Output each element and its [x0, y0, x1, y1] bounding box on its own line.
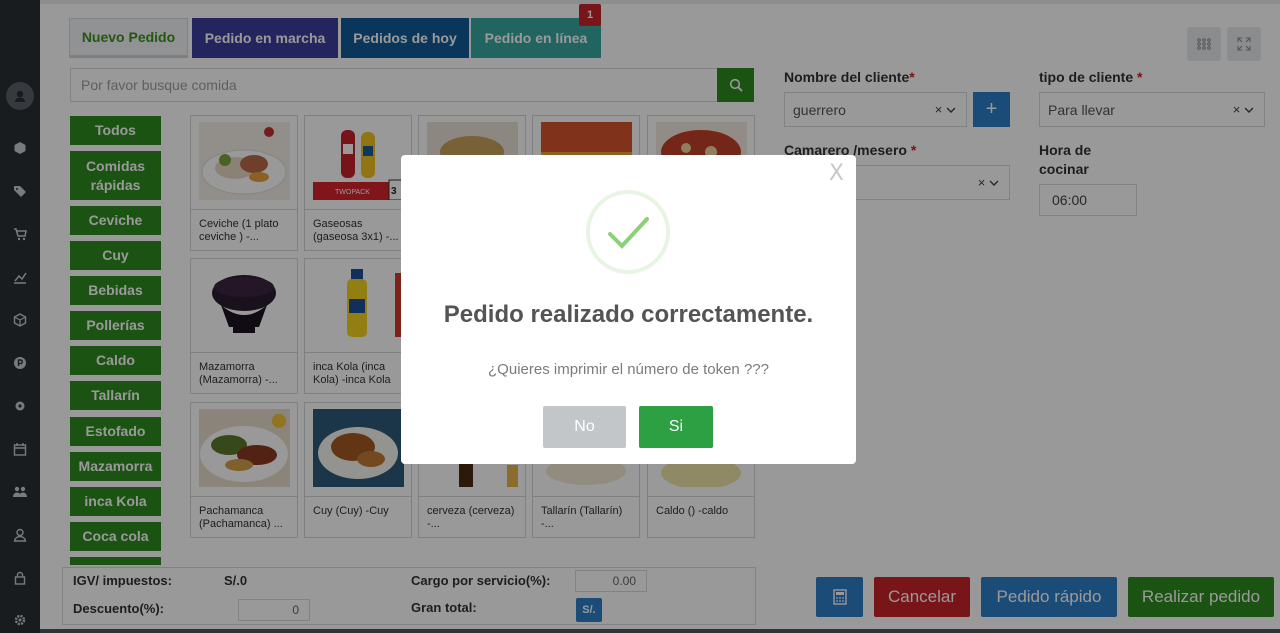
close-icon[interactable]: X [829, 161, 844, 186]
no-button[interactable]: No [543, 406, 626, 448]
success-dialog: X Pedido realizado correctamente. ¿Quier… [401, 155, 856, 464]
success-check-icon [586, 190, 670, 274]
dialog-title: Pedido realizado correctamente. [443, 301, 814, 328]
yes-button[interactable]: Si [639, 406, 713, 448]
dialog-message: ¿Quieres imprimir el número de token ??? [488, 361, 769, 378]
